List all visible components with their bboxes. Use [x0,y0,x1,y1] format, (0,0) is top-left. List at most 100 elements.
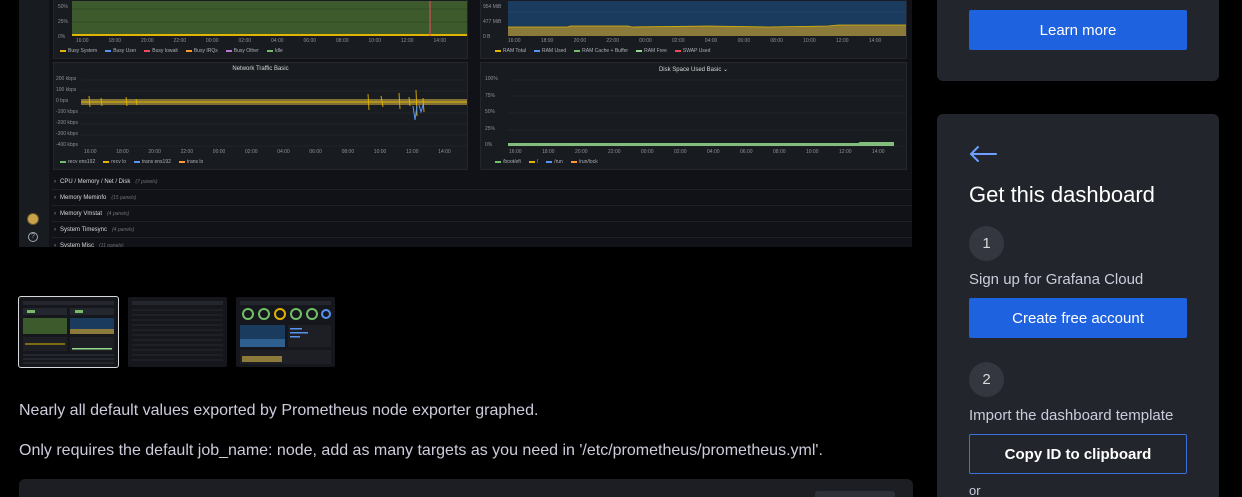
legend-item[interactable]: /run/lock [570,159,598,165]
legend-label: trans ens192 [141,159,171,165]
legend-swatch [60,160,66,163]
legend-label: / [536,159,539,165]
x-tick-label: 10:00 [368,38,382,44]
thumbnail-2[interactable] [128,297,227,367]
step-2-badge: 2 [969,362,1004,397]
legend-item[interactable]: Busy IRQs [185,48,218,54]
dashboard-row[interactable]: › Memory Vmstat (4 panels) [52,206,912,222]
x-tick-label: 18:00 [542,149,555,155]
x-tick-label: 02:00 [672,38,685,44]
y-tick-label: 50% [58,4,69,10]
legend-item[interactable]: trans lo [178,159,204,165]
arrow-left-icon[interactable] [968,143,998,165]
legend-item[interactable]: /boot/efi [495,159,521,165]
legend-item[interactable]: Busy System [60,48,97,54]
x-tick-label: 18:00 [540,38,554,44]
legend-label: Busy IRQs [193,48,218,54]
x-tick-label: 12:00 [836,38,849,44]
code-block [19,479,913,497]
row-title: System Misc [60,242,95,248]
dashboard-preview-image: ? 50% 25% 0% 16:00 18:00 20:00 22:00 00:00 02:00… [19,0,912,247]
legend-label: SWAP Used [682,48,711,54]
x-tick-label: 16:00 [509,149,522,155]
x-tick-label: 02:00 [245,149,258,155]
legend-label: RAM Used [541,48,567,54]
description-line-1: Nearly all default values exported by Pr… [19,402,539,419]
x-tick-label: 08:00 [773,149,786,155]
x-tick-label: 20:00 [575,149,588,155]
step-1-label: Sign up for Grafana Cloud [969,271,1144,288]
legend-swatch [133,160,140,163]
legend-item[interactable]: trans ens192 [133,159,171,165]
preview-sidebar-rail: ? [19,0,49,247]
disk-space-legend: /boot/efi / /run/run/lock [495,159,598,165]
x-tick-label: 12:00 [401,38,414,44]
disk-space-plot [508,79,906,147]
x-tick-label: 20:00 [141,38,154,44]
step-2-label: Import the dashboard template [969,407,1174,424]
chevron-right-icon: › [54,242,56,248]
x-tick-label: 12:00 [839,149,852,155]
y-tick-label: 25% [58,19,69,25]
x-tick-label: 10:00 [806,149,819,155]
network-traffic-plot [81,79,467,147]
chevron-down-icon: ⌄ [723,67,729,73]
dashboard-row[interactable]: › Memory Meminfo (15 panels) [52,190,912,206]
x-tick-label: 20:00 [148,149,161,155]
legend-item[interactable]: SWAP Used [674,48,711,54]
legend-item[interactable]: Idle [266,48,283,54]
panel-title: Network Traffic Basic [232,66,289,72]
x-tick-label: 14:00 [872,149,885,155]
memory-basic-legend: RAM Total RAM Used RAM Cache + Buffer RAM F… [495,48,710,54]
legend-label: trans lo [186,159,204,165]
legend-item[interactable]: RAM Free [636,48,667,54]
panel-title: Disk Space Used Basic ⌄ [481,66,906,73]
row-title: Memory Vmstat [60,210,103,217]
legend-item[interactable]: recv ens192 [60,159,95,165]
legend-item[interactable]: Busy Iowait [144,48,178,54]
row-panel-count: (11 panels) [99,242,124,248]
legend-item[interactable]: Busy User [105,48,136,54]
create-free-account-button[interactable]: Create free account [969,298,1187,338]
dashboard-row[interactable]: › System Timesync (4 panels) [52,222,912,238]
code-copy-button[interactable] [815,491,895,497]
legend-label: Busy System [68,48,98,54]
row-title: CPU / Memory / Net / Disk [60,178,131,185]
y-tick-label: 477 MiB [483,19,502,25]
avatar [27,213,39,225]
y-tick-label: -100 kbps [56,109,78,115]
x-tick-label: 06:00 [740,149,753,155]
thumbnail-2-image [128,297,227,367]
x-tick-label: 04:00 [704,38,718,44]
x-tick-label: 00:00 [212,149,226,155]
thumbnail-1[interactable] [18,296,119,368]
legend-item[interactable]: recv lo [103,159,126,165]
x-tick-label: 00:00 [641,149,654,155]
dashboard-row[interactable]: › System Misc (11 panels) [52,238,912,248]
x-tick-label: 08:00 [341,149,355,155]
thumbnail-3[interactable] [236,297,335,367]
legend-item[interactable]: Busy Other [225,48,259,54]
learn-more-button[interactable]: Learn more [969,10,1187,50]
collapsed-row-list: › CPU / Memory / Net / Disk (7 panels) › Mem… [52,174,912,247]
cpu-basic-panel: 50% 25% 0% 16:00 18:00 20:00 22:00 00:00 02:00 04… [53,0,468,59]
legend-label: RAM Total [503,48,526,54]
legend-item[interactable]: /run [546,159,563,165]
legend-swatch [60,49,66,52]
x-tick-label: 00:00 [206,38,219,44]
copy-id-button[interactable]: Copy ID to clipboard [969,434,1187,474]
legend-label: Busy User [113,48,137,54]
y-tick-label: 954 MiB [483,4,502,10]
legend-item[interactable]: RAM Total [495,48,526,54]
legend-item[interactable]: RAM Cache + Buffer [574,48,628,54]
y-tick-label: -300 kbps [56,131,78,137]
dashboard-row[interactable]: › CPU / Memory / Net / Disk (7 panels) [52,174,912,190]
y-tick-label: 200 kbps [56,76,77,82]
help-icon: ? [28,232,38,242]
x-tick-label: 22:00 [608,149,621,155]
legend-label: Busy Other [233,48,259,54]
x-tick-label: 12:00 [406,149,419,155]
legend-item[interactable]: / [528,159,539,165]
legend-item[interactable]: RAM Used [533,48,567,54]
y-tick-label: 0 bps [56,98,69,104]
